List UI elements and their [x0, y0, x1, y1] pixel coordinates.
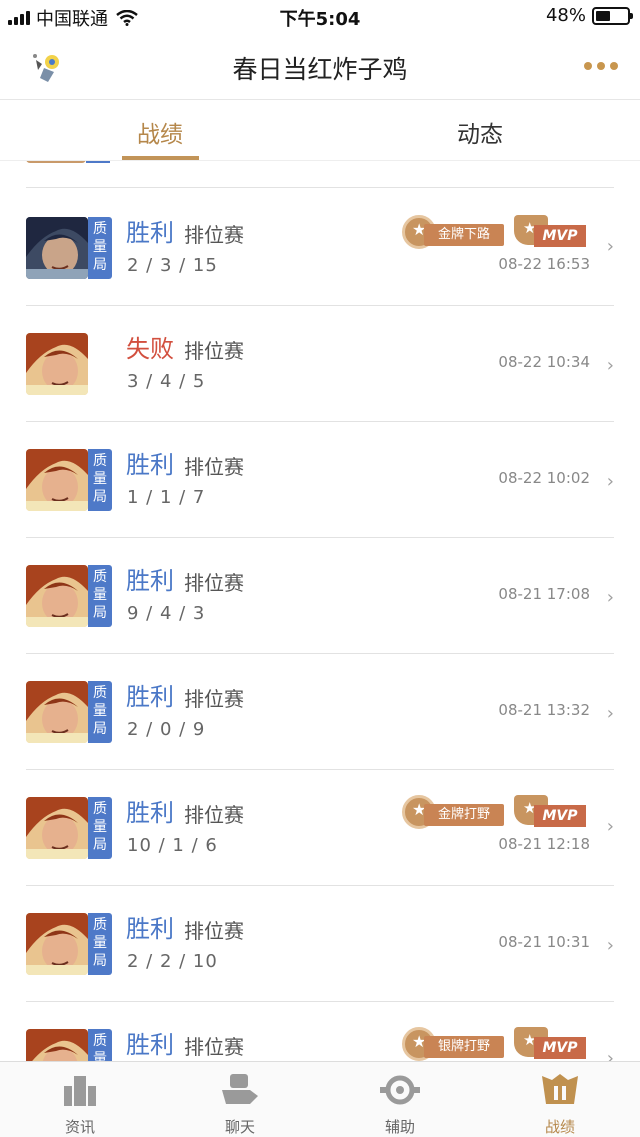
match-mode: 排位赛: [184, 803, 244, 827]
match-row[interactable]: 质量局胜利 排位赛 2 / 0 / 9 08-21 13:32 ›: [0, 653, 640, 769]
match-mode: 排位赛: [184, 455, 244, 479]
match-row[interactable]: 质量局胜利 排位赛 2 / 2 / 10 08-21 10:31 ›: [0, 885, 640, 1001]
tab-record[interactable]: 战绩: [80, 115, 240, 149]
hero-avatar: [26, 449, 88, 511]
quality-badge: 质量局: [88, 681, 112, 743]
tabbar-label: 聊天: [224, 1118, 255, 1136]
battery-icon: [592, 6, 633, 25]
match-result: 胜利: [126, 567, 174, 595]
tab-underline: [122, 156, 199, 160]
match-row[interactable]: 质量局胜利排位赛 10 / 1 / 6 金牌打野MVP 08-21 12:18 ›: [0, 769, 640, 885]
match-row[interactable]: 质量局胜利排位赛 2 / 3 / 15 金牌下路MVP 08-22 16:53 ›: [0, 189, 640, 305]
bottom-tab-bar: 资讯 聊天 辅助 战绩: [0, 1061, 640, 1137]
more-icon[interactable]: [584, 62, 618, 70]
status-right: 48%: [545, 5, 633, 26]
chevron-right-icon: ›: [606, 1048, 614, 1061]
match-list[interactable]: 质量局胜利排位赛2 / 3 / 15金牌下路MVP08-22 16:53› 失败…: [0, 161, 640, 1061]
tabbar-item[interactable]: 资讯: [0, 1062, 160, 1137]
medal-badge: 金牌打野: [402, 795, 506, 829]
hero-avatar: [26, 333, 88, 395]
quality-badge: 质量局: [88, 565, 112, 627]
match-result: 胜利: [126, 799, 174, 827]
hero-avatar: [26, 1029, 88, 1061]
tabbar-label: 战绩: [544, 1118, 575, 1136]
match-kda: 10 / 1 / 6: [127, 835, 218, 856]
assist-icon: [380, 1072, 420, 1108]
match-row[interactable]: 失败 排位赛 3 / 4 / 5 08-22 10:34 ›: [0, 305, 640, 421]
match-mode: 排位赛: [184, 339, 244, 363]
match-kda: 9 / 4 / 3: [127, 603, 206, 624]
quality-badge: 质量局: [88, 797, 112, 859]
tabbar-label: 资讯: [64, 1118, 95, 1136]
tabbar-item[interactable]: 战绩: [480, 1062, 640, 1137]
hero-avatar: [26, 565, 88, 627]
match-mode: 排位赛: [184, 687, 244, 711]
match-time: 08-22 10:02: [498, 469, 590, 487]
chevron-right-icon: ›: [606, 587, 614, 608]
news-icon: [60, 1072, 100, 1108]
hero-avatar: [26, 217, 88, 279]
match-result: 胜利: [126, 451, 174, 479]
match-mode: 排位赛: [184, 919, 244, 943]
quality-badge: 质量局: [88, 1029, 112, 1061]
tabbar-item[interactable]: 辅助: [320, 1062, 480, 1137]
mvp-badge: MVP: [514, 215, 586, 249]
match-mode: 排位赛: [184, 1035, 244, 1059]
hero-avatar: [26, 913, 88, 975]
match-time: 08-21 12:18: [498, 835, 590, 853]
quality-badge: 质量局: [88, 217, 112, 279]
record-icon: [540, 1072, 580, 1108]
divider: [26, 187, 614, 188]
match-kda: 2 / 2 / 10: [127, 951, 218, 972]
match-time: 08-21 10:31: [498, 933, 590, 951]
match-row[interactable]: 质量局胜利 排位赛 9 / 4 / 3 08-21 17:08 ›: [0, 537, 640, 653]
status-time: 下午5:04: [279, 9, 361, 30]
medal-badge: 金牌下路: [402, 215, 506, 249]
page-title: 春日当红炸子鸡: [232, 55, 408, 84]
chevron-right-icon: ›: [606, 355, 614, 376]
chevron-right-icon: ›: [606, 935, 614, 956]
status-bar: 中国联通 下午5:04 48%: [0, 0, 640, 32]
match-time: 08-21 17:08: [498, 585, 590, 603]
match-result: 胜利: [126, 219, 174, 247]
match-result: 失败: [126, 335, 174, 363]
match-result: 胜利: [126, 683, 174, 711]
mvp-badge: MVP: [514, 795, 586, 829]
chevron-right-icon: ›: [606, 471, 614, 492]
match-row[interactable]: 质量局胜利排位赛 银牌打野MVP ›: [0, 1001, 640, 1061]
chevron-right-icon: ›: [606, 816, 614, 837]
tabbar-label: 辅助: [384, 1118, 415, 1136]
quality-badge: 质量局: [88, 913, 112, 975]
chevron-right-icon: ›: [606, 236, 614, 257]
match-time: 08-21 13:32: [498, 701, 590, 719]
match-kda: 3 / 4 / 5: [127, 371, 206, 392]
tabbar-item[interactable]: 聊天: [160, 1062, 320, 1137]
match-kda: 2 / 3 / 15: [127, 255, 218, 276]
top-tabs: 战绩 动态: [0, 101, 640, 161]
tab-dynamic[interactable]: 动态: [400, 115, 560, 149]
chat-icon: [220, 1072, 260, 1108]
match-time: 08-22 16:53: [498, 255, 590, 273]
battery-percent: 48%: [545, 5, 586, 26]
match-kda: 2 / 0 / 9: [127, 719, 206, 740]
match-kda: 1 / 1 / 7: [127, 487, 206, 508]
medal-badge: 银牌打野: [402, 1027, 506, 1061]
chevron-right-icon: ›: [606, 703, 614, 724]
quality-badge: 质量局: [88, 449, 112, 511]
match-mode: 排位赛: [184, 571, 244, 595]
nav-bar: 春日当红炸子鸡: [0, 32, 640, 100]
match-row[interactable]: 质量局胜利 排位赛 1 / 1 / 7 08-22 10:02 ›: [0, 421, 640, 537]
match-time: 08-22 10:34: [498, 353, 590, 371]
match-mode: 排位赛: [184, 223, 244, 247]
partial-list-item: [26, 161, 112, 163]
hero-avatar: [26, 797, 88, 859]
mvp-badge: MVP: [514, 1027, 586, 1061]
match-result: 胜利: [126, 915, 174, 943]
hero-avatar: [26, 681, 88, 743]
match-result: 胜利: [126, 1031, 174, 1059]
